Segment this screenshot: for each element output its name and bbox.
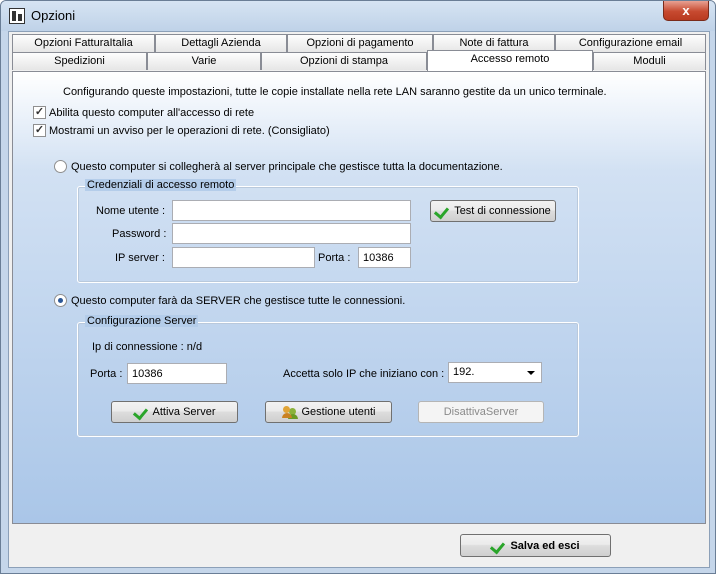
check-icon	[134, 406, 149, 418]
client-mode-radio[interactable]	[54, 160, 67, 173]
accept-ip-select[interactable]: 192.	[448, 362, 542, 383]
tab-varie[interactable]: Varie	[147, 52, 261, 70]
manage-users-label: Gestione utenti	[301, 406, 376, 418]
app-icon	[9, 8, 25, 24]
port-label: Porta :	[318, 252, 351, 264]
tab-opzioni-fatturaitalia[interactable]: Opzioni FatturaItalia	[12, 34, 155, 52]
server-config-group: Configurazione Server Ip di connessione …	[77, 315, 579, 437]
tab-spedizioni[interactable]: Spedizioni	[12, 52, 147, 70]
port-input[interactable]	[358, 247, 411, 268]
tab-accesso-remoto[interactable]: Accesso remoto	[427, 50, 593, 71]
credentials-legend: Credenziali di accesso remoto	[85, 179, 237, 191]
enable-network-label: Abilita questo computer all'accesso di r…	[49, 107, 255, 119]
server-port-input[interactable]	[127, 363, 227, 384]
test-connection-label: Test di connessione	[454, 205, 551, 217]
tab-opzioni-di-stampa[interactable]: Opzioni di stampa	[261, 52, 427, 70]
show-warning-checkbox[interactable]: ✓	[33, 124, 46, 137]
check-icon	[435, 205, 450, 217]
activate-server-label: Attiva Server	[152, 406, 216, 418]
client-mode-label: Questo computer si collegherà al server …	[71, 161, 503, 173]
password-label: Password :	[112, 228, 167, 240]
test-connection-button[interactable]: Test di connessione	[430, 200, 556, 222]
enable-network-checkbox[interactable]: ✓	[33, 106, 46, 119]
tab-opzioni-di-pagamento[interactable]: Opzioni di pagamento	[287, 34, 433, 52]
chevron-down-icon	[527, 371, 535, 375]
username-input[interactable]	[172, 200, 411, 221]
ip-server-input[interactable]	[172, 247, 315, 268]
credentials-group: Credenziali di accesso remoto Nome utent…	[77, 179, 579, 283]
intro-text: Configurando queste impostazioni, tutte …	[63, 86, 607, 98]
window-title: Opzioni	[31, 8, 76, 23]
accept-ip-value: 192.	[453, 366, 475, 378]
accept-ip-label: Accetta solo IP che iniziano con :	[283, 368, 445, 380]
server-config-legend: Configurazione Server	[85, 315, 199, 327]
remote-access-panel: Configurando queste impostazioni, tutte …	[12, 71, 706, 524]
manage-users-button[interactable]: Gestione utenti	[265, 401, 392, 423]
check-icon	[491, 540, 506, 552]
tab-moduli[interactable]: Moduli	[593, 52, 706, 70]
tab-dettagli-azienda[interactable]: Dettagli Azienda	[155, 34, 287, 52]
ip-server-label: IP server :	[115, 252, 165, 264]
ip-connection-text: Ip di connessione : n/d	[92, 341, 203, 353]
server-mode-label: Questo computer farà da SERVER che gesti…	[71, 295, 406, 307]
window-client: Opzioni FatturaItalia Dettagli Azienda O…	[8, 31, 710, 568]
server-port-label: Porta :	[90, 368, 123, 380]
server-mode-radio[interactable]	[54, 294, 67, 307]
activate-server-button[interactable]: Attiva Server	[111, 401, 238, 423]
password-input[interactable]	[172, 223, 411, 244]
users-icon	[281, 405, 298, 419]
deactivate-server-button[interactable]: DisattivaServer	[418, 401, 544, 423]
deactivate-server-label: DisattivaServer	[443, 406, 519, 418]
title-bar: Opzioni x	[1, 1, 715, 31]
username-label: Nome utente :	[96, 205, 166, 217]
save-and-exit-button[interactable]: Salva ed esci	[460, 534, 611, 557]
save-and-exit-label: Salva ed esci	[510, 539, 580, 552]
show-warning-label: Mostrami un avviso per le operazioni di …	[49, 125, 330, 137]
close-button[interactable]: x	[663, 1, 709, 21]
options-window: Opzioni x Opzioni FatturaItalia Dettagli…	[0, 0, 716, 574]
